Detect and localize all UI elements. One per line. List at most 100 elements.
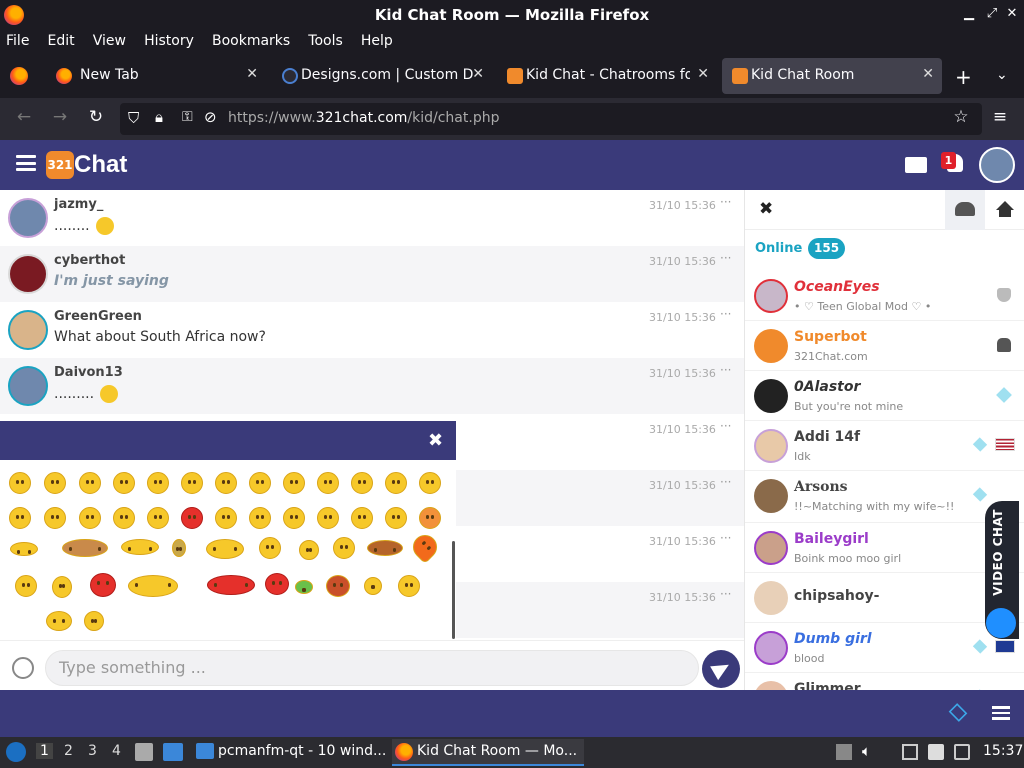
send-paper-plane-icon[interactable] [702, 650, 740, 688]
workspace-2[interactable]: 2 [64, 743, 73, 759]
message-options-icon[interactable]: ··· [720, 587, 731, 601]
emoji-icon[interactable] [317, 472, 339, 494]
message-username[interactable]: cyberthot [54, 253, 125, 268]
lock-icon[interactable]: 🔒︎ [155, 108, 163, 126]
message-username[interactable]: Daivon13 [54, 365, 123, 380]
emoji-icon[interactable] [351, 472, 373, 494]
users-tab-icon[interactable] [945, 190, 985, 230]
shield-icon[interactable]: ⛉ [128, 109, 139, 127]
taskbar-item-firefox[interactable]: Kid Chat Room — Mo... [392, 739, 584, 766]
url-text[interactable]: https://www.321chat.com/kid/chat.php [228, 110, 499, 126]
menu-view[interactable]: View [93, 31, 126, 51]
user-avatar[interactable] [979, 147, 1015, 183]
tab-new-tab[interactable]: New Tab ✕ [46, 58, 266, 94]
network-icon[interactable] [902, 744, 918, 760]
emoji-icon[interactable] [9, 507, 31, 529]
message-options-icon[interactable]: ··· [720, 419, 731, 433]
emoji-icon[interactable] [351, 507, 373, 529]
message-options-icon[interactable]: ··· [720, 251, 731, 265]
reload-icon[interactable]: ↻ [84, 107, 108, 127]
emoji-icon[interactable] [206, 539, 244, 559]
message-options-icon[interactable]: ··· [720, 475, 731, 489]
message-options-icon[interactable]: ··· [720, 363, 731, 377]
emoji-icon[interactable] [15, 575, 37, 597]
emoji-icon[interactable] [295, 580, 313, 594]
workspace-3[interactable]: 3 [88, 743, 97, 759]
user-list-item[interactable]: Baileygirl Boink moo moo girl [745, 523, 1024, 573]
emoji-icon[interactable] [385, 507, 407, 529]
tab-designs[interactable]: Designs.com | Custom Do ✕ [272, 58, 492, 94]
emoji-scrollbar[interactable] [452, 541, 455, 639]
emoji-icon[interactable] [259, 537, 281, 559]
emoji-icon[interactable] [10, 542, 38, 556]
emoji-icon[interactable] [364, 577, 382, 595]
user-list-item[interactable]: Superbot 321Chat.com [745, 321, 1024, 371]
tab-kid-chat[interactable]: Kid Chat - Chatrooms for ✕ [497, 58, 717, 94]
hamburger-menu-icon[interactable] [16, 155, 36, 171]
emoji-picker-smile-icon[interactable] [12, 657, 34, 679]
emoji-icon[interactable] [398, 575, 420, 597]
user-list-item[interactable]: Glimmer [745, 673, 1024, 690]
autoplay-blocked-icon[interactable]: ⊘ [204, 108, 217, 126]
user-list-item[interactable]: Arsons !!~Matching with my wife~!! [745, 471, 1024, 523]
workspace-1[interactable]: 1 [36, 743, 53, 759]
menu-tools[interactable]: Tools [308, 31, 343, 51]
emoji-icon[interactable] [333, 537, 355, 559]
emoji-icon[interactable] [283, 472, 305, 494]
workspace-4[interactable]: 4 [112, 743, 121, 759]
maximize-button[interactable]: ⤢ [983, 6, 1001, 21]
user-avatar[interactable] [8, 366, 48, 406]
permissions-key-icon[interactable]: ⚿ [182, 109, 193, 125]
emoji-icon[interactable] [419, 472, 441, 494]
user-list-item[interactable]: OceanEyes • ♡ Teen Global Mod ♡ • [745, 271, 1024, 321]
user-avatar[interactable] [8, 198, 48, 238]
volume-icon[interactable]: 🔈︎ [862, 742, 871, 760]
emoji-icon[interactable] [9, 472, 31, 494]
back-arrow-icon[interactable]: ← [12, 107, 36, 127]
emoji-icon[interactable] [419, 507, 441, 529]
emoji-icon[interactable] [128, 575, 178, 597]
emoji-icon[interactable] [113, 472, 135, 494]
emoji-icon[interactable] [147, 507, 169, 529]
new-tab-plus-icon[interactable]: + [955, 65, 972, 89]
menu-history[interactable]: History [144, 31, 194, 51]
emoji-icon[interactable] [121, 539, 159, 555]
emoji-icon[interactable] [283, 507, 305, 529]
emoji-icon[interactable] [181, 472, 203, 494]
emoji-icon[interactable] [326, 575, 350, 597]
emoji-icon[interactable] [52, 576, 72, 598]
bookmark-star-icon[interactable]: ☆ [949, 107, 973, 127]
emoji-icon[interactable] [299, 540, 319, 560]
tab-close-icon[interactable]: ✕ [697, 66, 709, 82]
tab-close-icon[interactable]: ✕ [246, 66, 258, 82]
emoji-icon[interactable] [44, 507, 66, 529]
notification-tray-icon[interactable] [954, 744, 970, 760]
emoji-icon[interactable] [62, 539, 108, 557]
emoji-icon[interactable] [215, 472, 237, 494]
firefox-view-icon[interactable] [10, 67, 28, 85]
emoji-icon[interactable] [79, 472, 101, 494]
minimize-button[interactable]: ▁ [960, 6, 978, 21]
close-window-button[interactable]: ✕ [1003, 6, 1021, 21]
emoji-icon[interactable] [90, 573, 116, 597]
emoji-icon[interactable] [367, 540, 403, 556]
emoji-icon[interactable] [46, 611, 72, 631]
list-tabs-chevron-icon[interactable]: ⌄ [996, 67, 1008, 83]
emoji-icon[interactable] [84, 611, 104, 631]
angry-emoji-icon[interactable] [181, 507, 203, 529]
emoji-icon[interactable] [249, 507, 271, 529]
heart-eyes-emoji-icon[interactable] [215, 507, 237, 529]
video-chat-tab[interactable]: VIDEO CHAT [985, 501, 1019, 639]
user-list-item[interactable]: Dumb girl blood [745, 623, 1024, 673]
message-input[interactable]: Type something ... [45, 650, 699, 686]
footer-menu-icon[interactable] [992, 706, 1010, 720]
emoji-icon[interactable] [113, 507, 135, 529]
message-username[interactable]: jazmy_ [54, 197, 103, 212]
menu-help[interactable]: Help [361, 31, 393, 51]
heart-emoji-icon[interactable] [408, 530, 442, 564]
emoji-icon[interactable] [207, 575, 255, 595]
tab-close-icon[interactable]: ✕ [922, 66, 934, 82]
mail-icon[interactable] [905, 157, 927, 173]
taskbar-item-pcmanfm[interactable]: pcmanfm-qt - 10 wind... [194, 739, 386, 766]
user-list-item[interactable]: Addi 14f Idk [745, 421, 1024, 471]
